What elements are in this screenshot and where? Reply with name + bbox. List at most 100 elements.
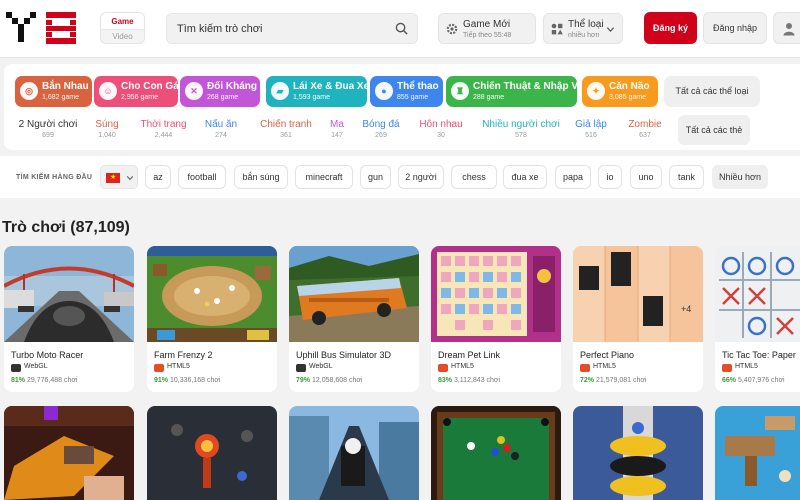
game-title[interactable]: Turbo Moto Racer (11, 350, 83, 360)
game-thumbnail[interactable] (289, 406, 419, 500)
target-icon: ◎ (20, 82, 38, 100)
user-icon (783, 23, 795, 36)
tag-fashion[interactable]: Thời trang 2,444 (136, 115, 191, 145)
category-shooting[interactable]: ◎ Bắn Nhau 1,682 game (15, 76, 92, 107)
game-tab[interactable]: Game (101, 13, 144, 30)
game-card[interactable] (147, 406, 277, 500)
more-searches-button[interactable]: Nhiều hơn (712, 165, 768, 189)
game-card[interactable]: Farm Frenzy 2 HTML5 91% 10,336,168 chơi (147, 246, 277, 392)
gear-icon (446, 23, 458, 35)
search-tag[interactable]: uno (630, 165, 662, 189)
game-title[interactable]: Uphill Bus Simulator 3D (296, 350, 391, 360)
game-title[interactable]: Tic Tac Toe: Paper (722, 350, 796, 360)
game-card[interactable] (715, 406, 800, 500)
game-card[interactable] (573, 406, 703, 500)
game-thumbnail[interactable] (4, 406, 134, 500)
game-title[interactable]: Farm Frenzy 2 (154, 350, 213, 360)
webgl-icon (296, 364, 306, 372)
tag-cooking[interactable]: Nấu ăn 274 (201, 115, 241, 145)
webgl-icon (11, 364, 21, 372)
game-card[interactable]: Uphill Bus Simulator 3D WebGL 79% 12,058… (289, 246, 419, 392)
game-stats: 91% 10,336,168 chơi (154, 377, 221, 384)
category-strategy-rpg[interactable]: ♜ Chiến Thuật & Nhập Vai 288 game (446, 76, 586, 107)
game-thumbnail[interactable] (715, 246, 800, 342)
search-tag[interactable]: 2 người (398, 165, 444, 189)
new-games-button[interactable]: Game Mới Tiếp theo 55:48 (438, 13, 536, 44)
game-title[interactable]: Perfect Piano (580, 350, 634, 360)
html5-icon (580, 364, 590, 372)
game-card[interactable] (289, 406, 419, 500)
game-thumbnail[interactable] (573, 406, 703, 500)
game-title[interactable]: Dream Pet Link (438, 350, 500, 360)
game-thumbnail[interactable] (715, 406, 800, 500)
search-tag[interactable]: minecraft (295, 165, 353, 189)
tag-two-player[interactable]: 2 Người chơi 699 (17, 115, 79, 145)
search-box[interactable] (166, 13, 418, 44)
bulb-icon: ✦ (587, 82, 605, 100)
game-thumbnail[interactable] (289, 246, 419, 342)
category-sports[interactable]: ● Thể thao 855 game (370, 76, 443, 107)
game-stats: 83% 3,112,843 chơi (438, 377, 501, 384)
search-tag[interactable]: bắn súng (234, 165, 288, 189)
category-fighting[interactable]: ✕ Đối Kháng 268 game (180, 76, 260, 107)
search-tag[interactable]: io (598, 165, 622, 189)
top-header: Game Video Game Mới Tiếp theo 55:48 Thể … (0, 0, 800, 58)
all-tags-button[interactable]: Tất cả các thẻ (678, 115, 750, 145)
tag-multiplayer[interactable]: Nhiều người chơi 578 (480, 115, 562, 145)
game-thumbnail[interactable] (147, 406, 277, 500)
game-card[interactable]: +4 Perfect Piano HTML5 72% 21,579,081 ch… (573, 246, 703, 392)
car-icon: ▰ (271, 82, 289, 100)
ball-icon: ● (375, 82, 393, 100)
y8-logo[interactable] (6, 10, 78, 46)
all-categories-button[interactable]: Tất cả các thể loại (664, 76, 760, 107)
search-tag[interactable]: đua xe (503, 165, 547, 189)
search-tag[interactable]: az (145, 165, 171, 189)
category-racing[interactable]: ▰ Lái Xe & Đua Xe 1,593 game (266, 76, 369, 107)
tag-simulation[interactable]: Giả lập 516 (570, 115, 612, 145)
shapes-icon (551, 23, 563, 35)
game-video-toggle[interactable]: Game Video (100, 12, 145, 44)
user-menu-button[interactable] (773, 12, 800, 44)
top-searches-bar: TÌM KIẾM HÀNG ĐẦU ★ az football bắn súng… (0, 156, 800, 198)
categories-dropdown[interactable]: Thể loại nhiều hơn (543, 13, 623, 44)
game-thumbnail[interactable] (4, 246, 134, 342)
game-stats: 79% 12,058,608 chơi (296, 377, 363, 384)
tag-kissing[interactable]: Hôn nhau 30 (416, 115, 466, 145)
tag-war[interactable]: Chiến tranh 361 (254, 115, 318, 145)
game-thumbnail[interactable]: +4 (573, 246, 703, 342)
top-searches-label: TÌM KIẾM HÀNG ĐẦU (16, 174, 93, 181)
tag-ghost[interactable]: Ma 147 (324, 115, 350, 145)
game-card[interactable] (4, 406, 134, 500)
game-card[interactable] (431, 406, 561, 500)
score-text: +4 (681, 304, 691, 314)
tag-guns[interactable]: Súng 1,040 (90, 115, 124, 145)
register-button[interactable]: Đăng ký (644, 12, 697, 44)
new-games-label: Game Mới (463, 19, 511, 30)
search-tag[interactable]: papa (555, 165, 591, 189)
game-card[interactable]: Tic Tac Toe: Paper HTML5 66% 5,407,976 c… (715, 246, 800, 392)
tag-soccer[interactable]: Bóng đá 269 (359, 115, 403, 145)
search-tag[interactable]: tank (669, 165, 704, 189)
game-card[interactable]: Dream Pet Link HTML5 83% 3,112,843 chơi (431, 246, 561, 392)
game-card[interactable]: Turbo Moto Racer WebGL 81% 29,776,488 ch… (4, 246, 134, 392)
face-icon: ☺ (99, 82, 117, 100)
game-thumbnail[interactable] (431, 406, 561, 500)
search-input[interactable] (177, 21, 387, 37)
html5-icon (438, 364, 448, 372)
vietnam-flag-icon: ★ (106, 173, 120, 183)
country-selector[interactable]: ★ (100, 165, 138, 189)
search-tag[interactable]: gun (360, 165, 391, 189)
game-thumbnail[interactable] (147, 246, 277, 342)
video-tab[interactable]: Video (101, 30, 144, 43)
chevron-down-icon (606, 27, 615, 33)
search-tag[interactable]: chess (451, 165, 497, 189)
search-tag[interactable]: football (178, 165, 226, 189)
game-stats: 81% 29,776,488 chơi (11, 377, 78, 384)
category-girls[interactable]: ☺ Cho Con Gái 2,956 game (94, 76, 182, 107)
game-stats: 72% 21,579,081 chơi (580, 377, 647, 384)
game-thumbnail[interactable] (431, 246, 561, 342)
category-puzzle[interactable]: ✦ Căn Não 3,085 game (582, 76, 658, 107)
login-button[interactable]: Đăng nhập (703, 12, 767, 44)
search-icon[interactable] (395, 22, 408, 35)
tag-zombie[interactable]: Zombie 637 (620, 115, 670, 145)
